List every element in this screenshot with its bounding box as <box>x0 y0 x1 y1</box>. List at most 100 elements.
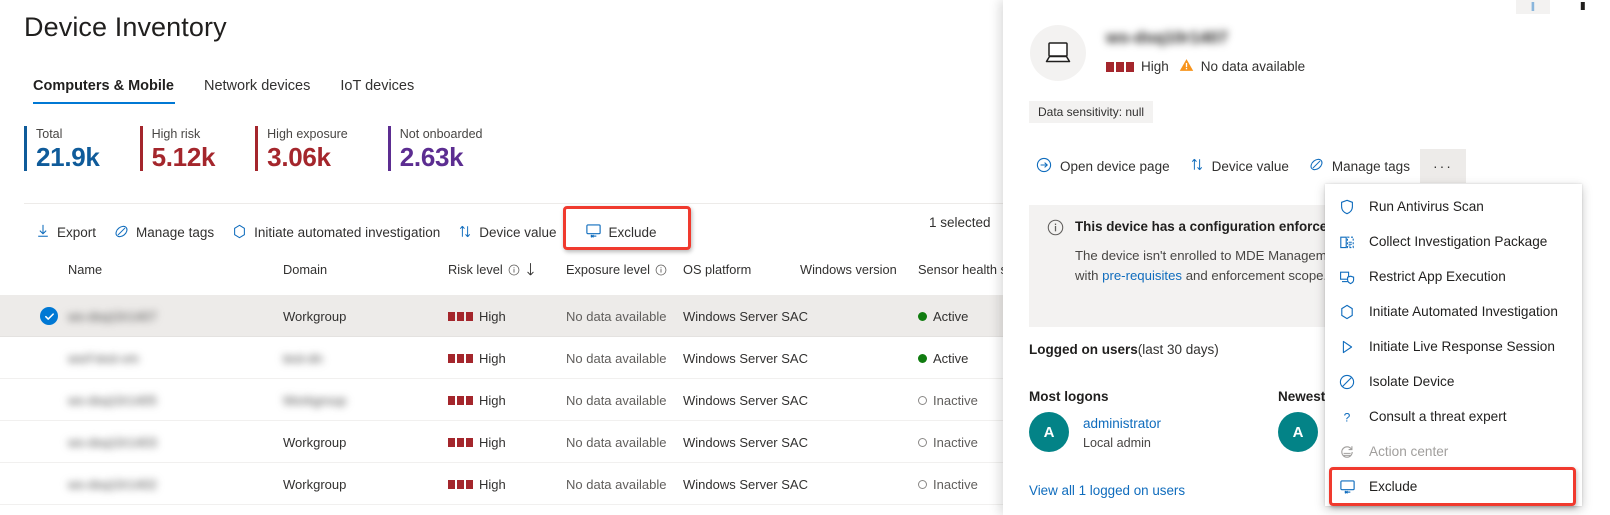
column-header-label: Name <box>68 262 103 277</box>
cell-exposure-level: No data available <box>566 350 667 366</box>
menu-item-exclude[interactable]: Exclude <box>1325 469 1582 504</box>
column-header-windows-version[interactable]: Windows version <box>800 262 897 277</box>
kpi-text: High exposure 3.06k <box>267 126 348 172</box>
active-dot-icon <box>918 311 927 321</box>
cell-name: ws-dsq10r1403 <box>68 434 157 450</box>
kpi-accent-bar <box>255 126 259 171</box>
kpi-accent-bar <box>387 126 391 171</box>
most-logons-user-link[interactable]: administrator <box>1083 416 1161 431</box>
block-icon <box>1338 374 1356 390</box>
menu-item-label: Initiate Automated Investigation <box>1369 304 1558 319</box>
warning-triangle-icon <box>1179 58 1194 75</box>
menu-item-initiate-automated-investigation[interactable]: Initiate Automated Investigation <box>1325 294 1582 329</box>
info-circle-icon <box>1047 219 1064 241</box>
info-icon[interactable] <box>508 264 520 276</box>
menu-item-label: Collect Investigation Package <box>1369 234 1548 249</box>
cell-exposure-level: No data available <box>566 392 667 408</box>
cell-name: wsrf-test-vm <box>68 350 139 366</box>
export-button[interactable]: Export <box>27 218 105 247</box>
data-sensitivity-chip: Data sensitivity: null <box>1029 101 1154 123</box>
tab-network-devices[interactable]: Network devices <box>189 72 325 104</box>
banner-title: This device has a configuration enforcem… <box>1075 219 1355 234</box>
sort-descending-icon[interactable] <box>525 263 536 276</box>
sensor-health-value: Inactive <box>918 435 978 450</box>
device-exposure-warning: No data available <box>1179 58 1305 75</box>
cell-domain: Workgroup <box>283 434 347 450</box>
risk-level-value: High <box>448 477 506 492</box>
risk-blocks-icon <box>448 437 473 447</box>
table-row[interactable]: ws-dsq10r1405 Workgroup High No data availa… <box>0 379 1003 421</box>
kpi-accent-bar <box>139 126 143 171</box>
column-header-risk-level[interactable]: Risk level <box>448 262 536 277</box>
hexagon-icon <box>232 224 247 242</box>
exclude-button-container: Exclude <box>562 206 695 250</box>
device-sub-row: High No data available <box>1106 58 1305 75</box>
menu-item-collect-investigation-package[interactable]: Collect Investigation Package <box>1325 224 1582 259</box>
cell-os-platform: Windows Server SAC <box>683 476 808 492</box>
flyout-close-button[interactable] <box>1566 0 1600 14</box>
table-row[interactable]: ws-dsq10r1407 Workgroup High No data availa… <box>0 295 1003 337</box>
column-header-sensor-health-s[interactable]: Sensor health s <box>918 262 1003 277</box>
device-name: ws-dsq10r1407 <box>1106 28 1228 47</box>
info-icon[interactable] <box>655 264 667 276</box>
risk-blocks-icon <box>448 479 473 489</box>
menu-item-initiate-live-response-session[interactable]: Initiate Live Response Session <box>1325 329 1582 364</box>
flyout-more-actions-button[interactable]: ··· <box>1419 149 1466 183</box>
tab-computers-mobile[interactable]: Computers & Mobile <box>24 72 189 104</box>
cell-domain: Workgroup <box>283 392 347 408</box>
command-toolbar: Export Manage tags Initiate automated in… <box>27 206 695 250</box>
kpi-text: Total 21.9k <box>36 126 100 172</box>
menu-item-label: Exclude <box>1369 479 1418 494</box>
open-device-page-label: Open device page <box>1060 158 1170 174</box>
table-row[interactable]: ws-dsq10r1402 Workgroup High No data availa… <box>0 463 1003 505</box>
device-value-button[interactable]: Device value <box>449 218 565 248</box>
tag-icon <box>1309 157 1324 175</box>
column-header-os-platform[interactable]: OS platform <box>683 262 751 277</box>
menu-item-action-center: Action center <box>1325 434 1582 469</box>
menu-item-run-antivirus-scan[interactable]: Run Antivirus Scan <box>1325 189 1582 224</box>
logged-on-users-subtitle: (last 30 days) <box>1137 342 1219 357</box>
device-table: ws-dsq10r1407 Workgroup High No data availa… <box>0 295 1003 505</box>
kpi-label: Total <box>36 127 63 141</box>
column-header-domain[interactable]: Domain <box>283 262 327 277</box>
flyout-manage-tags-button[interactable]: Manage tags <box>1299 150 1420 182</box>
flyout-manage-tags-label: Manage tags <box>1331 158 1410 174</box>
flyout-pin-button[interactable] <box>1516 0 1550 14</box>
device-exposure-label: No data available <box>1200 59 1306 74</box>
selected-count-label: 1 selected <box>929 215 991 230</box>
row-checkbox-checked[interactable] <box>40 307 58 325</box>
logged-on-users-title: Logged on users <box>1029 342 1138 357</box>
exclude-button[interactable]: Exclude <box>572 215 695 250</box>
manage-tags-button[interactable]: Manage tags <box>105 218 223 248</box>
open-device-page-button[interactable]: Open device page <box>1026 150 1180 183</box>
cell-sensor-health: Inactive <box>918 463 978 505</box>
table-row[interactable]: wsrf-test-vm test-dn High No data available… <box>0 337 1003 379</box>
cell-name: ws-dsq10r1402 <box>68 476 157 492</box>
toolbar-divider <box>24 203 1003 204</box>
cell-sensor-health: Inactive <box>918 421 978 463</box>
initiate-automated-investigation-button[interactable]: Initiate automated investigation <box>223 218 449 248</box>
cell-exposure-level: No data available <box>566 434 667 450</box>
column-header-name[interactable]: Name <box>68 262 102 277</box>
most-logons-avatar: A <box>1029 412 1069 452</box>
inactive-dot-icon <box>918 479 927 489</box>
kpi-row: Total 21.9k High risk 5.12k High exposure 3.0… <box>24 126 522 172</box>
flyout-action-bar: Open device page Device value Manage tag… <box>1026 149 1466 183</box>
tab-iot-devices[interactable]: IoT devices <box>325 72 429 104</box>
table-row[interactable]: ws-dsq10r1403 Workgroup High No data availa… <box>0 421 1003 463</box>
column-header-exposure-level[interactable]: Exposure level <box>566 262 667 277</box>
pre-requisites-link[interactable]: pre-requisites <box>1102 268 1182 283</box>
kpi-label: High exposure <box>267 127 348 141</box>
device-meta: ws-dsq10r1407 High No data available <box>1106 25 1305 75</box>
risk-blocks-icon <box>448 311 473 321</box>
menu-item-consult-a-threat-expert[interactable]: ? Consult a threat expert <box>1325 399 1582 434</box>
menu-item-restrict-app-execution[interactable]: Restrict App Execution <box>1325 259 1582 294</box>
history-icon <box>1338 444 1356 460</box>
risk-blocks-icon <box>448 395 473 405</box>
view-all-logged-on-users-link[interactable]: View all 1 logged on users <box>1029 483 1185 498</box>
flyout-device-value-button[interactable]: Device value <box>1180 150 1299 182</box>
device-value-label: Device value <box>479 225 557 240</box>
menu-item-isolate-device[interactable]: Isolate Device <box>1325 364 1582 399</box>
cell-exposure-level: No data available <box>566 476 667 492</box>
question-icon: ? <box>1338 409 1356 425</box>
